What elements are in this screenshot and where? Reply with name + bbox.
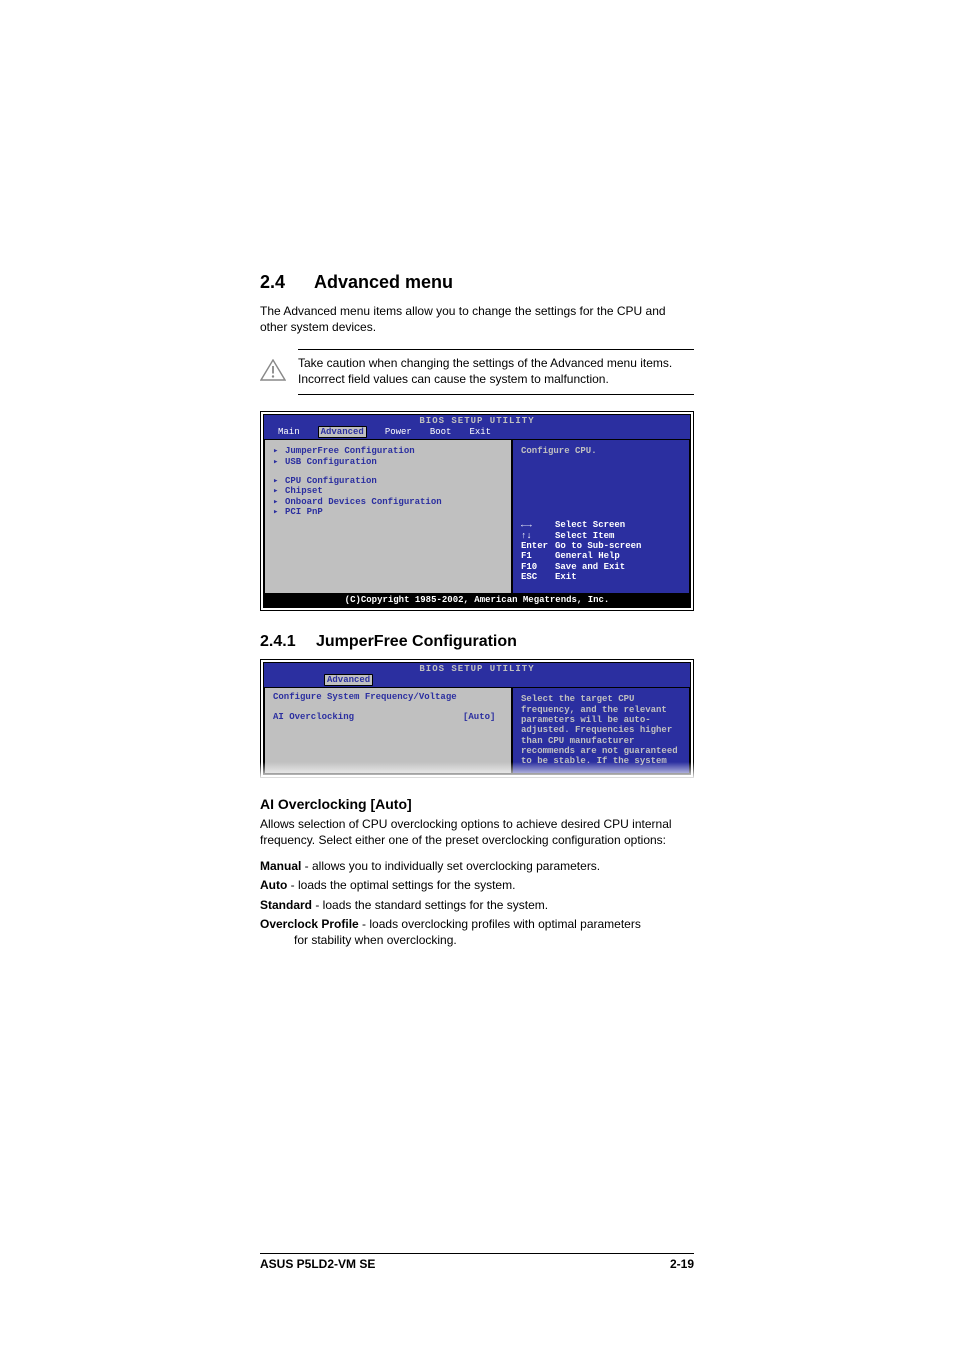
subsection-heading: 2.4.1JumperFree Configuration [260, 633, 694, 651]
bios-tab-exit[interactable]: Exit [469, 427, 491, 437]
footer-page-number: 2-19 [670, 1257, 694, 1271]
bios-tab-advanced[interactable]: Advanced [318, 426, 367, 438]
bios-field-value: [Auto] [463, 712, 495, 722]
bios-title: BIOS SETUP UTILITY [264, 415, 690, 426]
bios-tab-bar: Main Advanced Power Boot Exit [264, 426, 690, 439]
bios-advanced-screen: BIOS SETUP UTILITY Main Advanced Power Boot… [260, 411, 694, 611]
bios-field-label: AI Overclocking [273, 712, 463, 722]
caution-text: Take caution when changing the settings … [298, 349, 694, 394]
bios-help-pane: Configure CPU. ←→Select Screen ↑↓Select … [512, 439, 690, 594]
submenu-arrow-icon: ▸ [273, 497, 285, 507]
option-auto: Auto - loads the optimal settings for th… [260, 877, 694, 893]
bios-tab-power[interactable]: Power [385, 427, 412, 437]
enter-key-label: Enter [521, 541, 555, 551]
bios-copyright: (C)Copyright 1985-2002, American Megatre… [264, 594, 690, 606]
option-standard: Standard - loads the standard settings f… [260, 897, 694, 913]
f1-key-label: F1 [521, 551, 555, 561]
footer-product: ASUS P5LD2-VM SE [260, 1257, 375, 1271]
option-heading: AI Overclocking [Auto] [260, 796, 694, 812]
arrow-left-right-icon: ←→ [521, 520, 555, 530]
page-footer: ASUS P5LD2-VM SE 2-19 [260, 1253, 694, 1271]
bios-item-onboard[interactable]: ▸Onboard Devices Configuration [273, 497, 503, 507]
subsection-number: 2.4.1 [260, 633, 316, 651]
bios-item-chipset[interactable]: ▸Chipset [273, 486, 503, 496]
subsection-title-text: JumperFree Configuration [316, 633, 517, 650]
bios-tab-main[interactable]: Main [278, 427, 300, 437]
bios-item-cpu[interactable]: ▸CPU Configuration [273, 476, 503, 486]
f10-key-label: F10 [521, 562, 555, 572]
bios-nav-legend: ←→Select Screen ↑↓Select Item EnterGo to… [521, 520, 681, 582]
section-number: 2.4 [260, 272, 314, 293]
submenu-arrow-icon: ▸ [273, 446, 285, 456]
bios-tab-bar: Advanced [264, 674, 690, 687]
caution-callout: Take caution when changing the settings … [260, 349, 694, 394]
fade-overlay [260, 762, 694, 780]
bios-field-ai-overclocking[interactable]: AI Overclocking [Auto] [273, 712, 503, 722]
submenu-arrow-icon: ▸ [273, 507, 285, 517]
submenu-arrow-icon: ▸ [273, 476, 285, 486]
bios-jumperfree-screen: BIOS SETUP UTILITY Advanced Configure Sy… [260, 659, 694, 778]
section-intro: The Advanced menu items allow you to cha… [260, 303, 694, 335]
esc-key-label: ESC [521, 572, 555, 582]
submenu-arrow-icon: ▸ [273, 486, 285, 496]
bios-tab-advanced[interactable]: Advanced [324, 674, 373, 686]
option-description: Allows selection of CPU overclocking opt… [260, 816, 694, 848]
arrow-up-down-icon: ↑↓ [521, 531, 555, 541]
bios-menu-list: ▸JumperFree Configuration ▸USB Configura… [264, 439, 512, 594]
bios-item-usb[interactable]: ▸USB Configuration [273, 457, 503, 467]
bios-help-text: Configure CPU. [521, 446, 681, 458]
bios-pane-heading: Configure System Frequency/Voltage [273, 692, 503, 702]
section-title-text: Advanced menu [314, 272, 453, 292]
bios-tab-boot[interactable]: Boot [430, 427, 452, 437]
option-overclock-profile: Overclock Profile - loads overclocking p… [260, 916, 694, 948]
section-heading: 2.4Advanced menu [260, 272, 694, 293]
bios-title: BIOS SETUP UTILITY [264, 663, 690, 674]
option-manual: Manual - allows you to individually set … [260, 858, 694, 874]
bios-item-pcipnp[interactable]: ▸PCI PnP [273, 507, 503, 517]
bios-help-text: Select the target CPU frequency, and the… [521, 694, 681, 766]
submenu-arrow-icon: ▸ [273, 457, 285, 467]
bios-item-jumperfree[interactable]: ▸JumperFree Configuration [273, 446, 503, 456]
caution-icon [260, 359, 286, 381]
